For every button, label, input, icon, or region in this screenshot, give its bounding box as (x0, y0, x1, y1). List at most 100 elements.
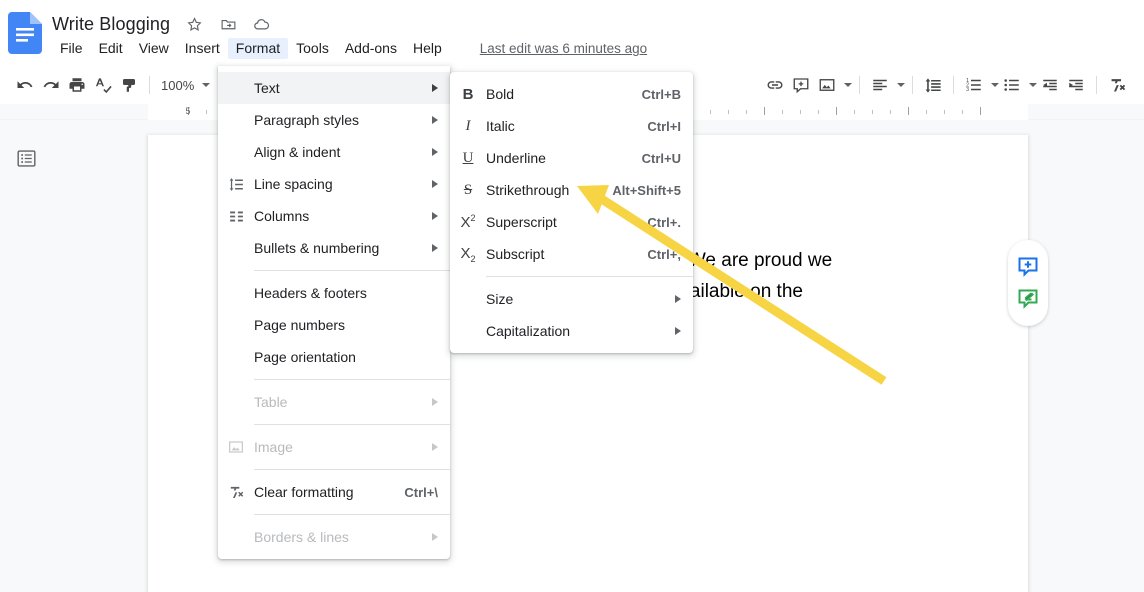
clear-formatting-icon (218, 484, 254, 501)
format-menu-item-line-spacing[interactable]: Line spacing (218, 168, 450, 200)
format-menu-label: Image (254, 439, 293, 455)
image-icon (218, 439, 254, 455)
format-menu-label: Columns (254, 208, 310, 224)
bulleted-list-icon (999, 72, 1025, 98)
add-comment-icon[interactable] (788, 72, 814, 98)
menu-divider (486, 276, 693, 277)
format-menu-item-text[interactable]: Text (218, 72, 450, 104)
app-header: Write Blogging File Edit View Insert For… (0, 0, 1144, 64)
subscript-icon: X2 (460, 244, 476, 264)
star-icon[interactable] (184, 14, 204, 34)
text-submenu-shortcut: Ctrl+I (647, 118, 681, 134)
text-submenu-item-underline[interactable]: U Underline Ctrl+U (450, 142, 693, 174)
decrease-indent-icon[interactable] (1037, 72, 1063, 98)
text-submenu-item-capitalization[interactable]: Capitalization (450, 315, 693, 347)
menu-tools[interactable]: Tools (288, 38, 337, 59)
clear-formatting-icon[interactable] (1104, 72, 1130, 98)
format-menu-label: Borders & lines (254, 529, 349, 545)
format-menu-item-page-numbers[interactable]: Page numbers (218, 309, 450, 341)
format-menu-item-align-indent[interactable]: Align & indent (218, 136, 450, 168)
underline-icon: U (462, 149, 474, 166)
menu-help[interactable]: Help (405, 38, 450, 59)
document-body-text[interactable]: ntent. We are proud we ntly available on… (635, 245, 1055, 307)
toolbar-divider (953, 76, 954, 94)
text-submenu-item-bold[interactable]: B Bold Ctrl+B (450, 78, 693, 110)
menu-format[interactable]: Format (227, 38, 289, 59)
menu-edit[interactable]: Edit (91, 38, 131, 59)
menu-file[interactable]: File (52, 38, 91, 59)
menu-bar: File Edit View Insert Format Tools Add-o… (52, 38, 647, 59)
format-menu-label: Line spacing (254, 176, 333, 192)
format-menu-item-table: Table (218, 386, 450, 418)
format-menu-item-page-orientation[interactable]: Page orientation (218, 341, 450, 373)
text-submenu-item-subscript[interactable]: X2 Subscript Ctrl+, (450, 238, 693, 270)
redo-icon[interactable] (38, 72, 64, 98)
align-control[interactable] (867, 72, 905, 98)
columns-icon (218, 208, 254, 225)
format-menu-label: Table (254, 394, 288, 410)
toolbar-divider (1096, 76, 1097, 94)
chevron-right-icon (432, 244, 438, 252)
chevron-right-icon (432, 443, 438, 451)
menu-insert[interactable]: Insert (177, 38, 228, 59)
insert-image-control[interactable] (814, 72, 852, 98)
menu-divider (254, 270, 450, 271)
format-menu-item-headers-footers[interactable]: Headers & footers (218, 277, 450, 309)
text-submenu-label: Underline (486, 150, 546, 166)
text-submenu-item-size[interactable]: Size (450, 283, 693, 315)
chevron-down-icon (844, 83, 852, 87)
suggest-edits-float-button[interactable] (1015, 286, 1041, 312)
toolbar-divider (859, 76, 860, 94)
format-menu-item-paragraph-styles[interactable]: Paragraph styles (218, 104, 450, 136)
numbered-list-icon: 1 2 3 (961, 72, 987, 98)
line-spacing-icon (218, 176, 254, 193)
menu-divider (254, 469, 450, 470)
paint-format-icon[interactable] (116, 72, 142, 98)
superscript-icon: X2 (460, 213, 476, 231)
format-menu-item-clear-formatting[interactable]: Clear formatting Ctrl+\ (218, 476, 450, 508)
last-edit-status[interactable]: Last edit was 6 minutes ago (480, 41, 647, 56)
line-spacing-icon[interactable] (920, 72, 946, 98)
text-submenu-shortcut: Ctrl+, (647, 246, 681, 262)
toolbar-divider (149, 76, 150, 94)
insert-link-icon[interactable] (762, 72, 788, 98)
insert-image-icon (814, 72, 840, 98)
format-dropdown-menu[interactable]: Text Paragraph styles Align & indent Lin… (218, 66, 450, 559)
text-submenu-item-italic[interactable]: I Italic Ctrl+I (450, 110, 693, 142)
move-folder-icon[interactable] (218, 14, 238, 34)
chevron-down-icon (897, 83, 905, 87)
increase-indent-icon[interactable] (1063, 72, 1089, 98)
add-comment-float-button[interactable] (1015, 254, 1041, 280)
text-submenu[interactable]: B Bold Ctrl+B I Italic Ctrl+I U Underlin… (450, 72, 693, 353)
menu-view[interactable]: View (131, 38, 177, 59)
text-submenu-label: Subscript (486, 246, 545, 262)
text-submenu-item-superscript[interactable]: X2 Superscript Ctrl+. (450, 206, 693, 238)
format-menu-shortcut: Ctrl+\ (404, 484, 438, 500)
text-submenu-label: Italic (486, 118, 515, 134)
undo-icon[interactable] (12, 72, 38, 98)
format-menu-item-columns[interactable]: Columns (218, 200, 450, 232)
document-title-row: Write Blogging (52, 12, 272, 36)
format-menu-label: Page numbers (254, 317, 346, 333)
numbered-list-control[interactable]: 1 2 3 (961, 72, 999, 98)
spellcheck-icon[interactable] (90, 72, 116, 98)
page-title[interactable]: Write Blogging (52, 12, 170, 36)
format-menu-item-bullets-numbering[interactable]: Bullets & numbering (218, 232, 450, 264)
text-submenu-shortcut: Ctrl+U (641, 150, 681, 166)
menu-add-ons[interactable]: Add-ons (337, 38, 405, 59)
show-document-outline-icon[interactable] (14, 146, 38, 170)
zoom-control[interactable]: 100% (157, 78, 211, 93)
text-submenu-item-strikethrough[interactable]: S Strikethrough Alt+Shift+5 (450, 174, 693, 206)
chevron-right-icon (675, 327, 681, 335)
text-submenu-shortcut: Ctrl+. (647, 214, 681, 230)
text-submenu-label: Capitalization (486, 323, 571, 339)
print-icon[interactable] (64, 72, 90, 98)
toolbar-divider (912, 76, 913, 94)
text-submenu-shortcut: Alt+Shift+5 (612, 182, 681, 198)
align-icon (867, 72, 893, 98)
cloud-saved-icon[interactable] (252, 14, 272, 34)
chevron-right-icon (432, 212, 438, 220)
bulleted-list-control[interactable] (999, 72, 1037, 98)
chevron-right-icon (432, 398, 438, 406)
chevron-right-icon (432, 148, 438, 156)
